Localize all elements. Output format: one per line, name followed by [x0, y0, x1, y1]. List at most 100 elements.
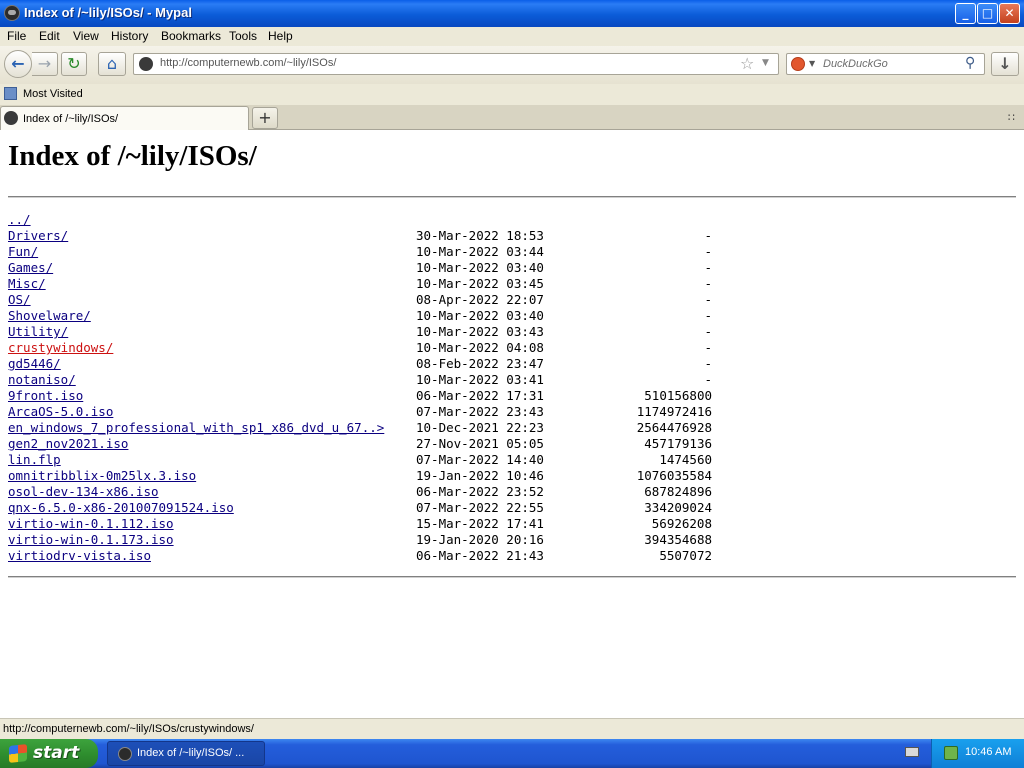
modified-date: 27-Nov-2021 05:05 [416, 436, 544, 451]
keyboard-layout-icon[interactable] [905, 747, 919, 757]
modified-date: 06-Mar-2022 23:52 [416, 484, 544, 499]
file-link[interactable]: en_windows_7_professional_with_sp1_x86_d… [8, 420, 384, 435]
taskbar-app-icon [118, 747, 132, 761]
tab-strip: Index of /~lily/ISOs/ + ∷ [0, 105, 1024, 130]
modified-date: 07-Mar-2022 22:55 [416, 500, 544, 515]
file-link[interactable]: gd5446/ [8, 356, 61, 371]
file-link[interactable]: virtio-win-0.1.112.iso [8, 516, 174, 531]
search-input[interactable]: DuckDuckGo [823, 58, 888, 70]
file-size: - [704, 276, 712, 291]
listing-row: Misc/10-Mar-2022 03:45 - [8, 276, 1016, 292]
navigation-toolbar: ← → ↻ ⌂ http://computernewb.com/~lily/IS… [0, 46, 1024, 84]
menu-view[interactable]: View [73, 29, 99, 43]
modified-date: 10-Dec-2021 22:23 [416, 420, 544, 435]
file-link[interactable]: ../ [8, 212, 31, 227]
file-link[interactable]: omnitribblix-0m25lx.3.iso [8, 468, 196, 483]
most-visited-bookmark[interactable]: Most Visited [23, 88, 83, 100]
modified-date: 10-Mar-2022 04:08 [416, 340, 544, 355]
file-link[interactable]: osol-dev-134-x86.iso [8, 484, 159, 499]
file-link[interactable]: OS/ [8, 292, 31, 307]
new-tab-button[interactable]: + [252, 107, 278, 129]
maximize-button[interactable]: □ [977, 3, 998, 24]
tab-title[interactable]: Index of /~lily/ISOs/ [23, 113, 118, 125]
file-link[interactable]: notaniso/ [8, 372, 76, 387]
modified-date: 19-Jan-2020 20:16 [416, 532, 544, 547]
file-link[interactable]: Shovelware/ [8, 308, 91, 323]
menu-history[interactable]: History [111, 29, 148, 43]
file-link[interactable]: lin.flp [8, 452, 61, 467]
listing-row: Fun/10-Mar-2022 03:44 - [8, 244, 1016, 260]
search-engine-dropdown-icon[interactable]: ▼ [809, 59, 815, 68]
file-link[interactable]: Utility/ [8, 324, 68, 339]
file-size: - [704, 228, 712, 243]
file-size: 2564476928 [636, 420, 712, 435]
minimize-button[interactable]: _ [955, 3, 976, 24]
file-size: 394354688 [644, 532, 712, 547]
file-link[interactable]: Drivers/ [8, 228, 68, 243]
tab-favicon-icon [4, 111, 18, 125]
listing-row: gd5446/08-Feb-2022 23:47 - [8, 356, 1016, 372]
bookmarks-toolbar: Most Visited [0, 84, 1024, 105]
taskbar-window-button[interactable]: Index of /~lily/ISOs/ ... [107, 741, 265, 766]
menu-tools[interactable]: Tools [229, 29, 257, 43]
back-button[interactable]: ← [4, 50, 32, 78]
file-size: - [704, 308, 712, 323]
file-link[interactable]: Fun/ [8, 244, 38, 259]
listing-row: OS/08-Apr-2022 22:07 - [8, 292, 1016, 308]
bookmark-star-icon[interactable]: ☆ [740, 54, 754, 73]
file-link[interactable]: 9front.iso [8, 388, 83, 403]
taskbar: start Index of /~lily/ISOs/ ... 10:46 AM [0, 739, 1024, 768]
menu-bookmarks[interactable]: Bookmarks [161, 29, 221, 43]
start-button[interactable]: start [0, 739, 98, 768]
status-text: http://computernewb.com/~lily/ISOs/crust… [3, 723, 254, 735]
clock[interactable]: 10:46 AM [965, 746, 1011, 758]
modified-date: 10-Mar-2022 03:44 [416, 244, 544, 259]
file-size: 1174972416 [636, 404, 712, 419]
file-size: 687824896 [644, 484, 712, 499]
modified-date: 06-Mar-2022 17:31 [416, 388, 544, 403]
search-box[interactable]: ▼ DuckDuckGo ⚲ [786, 53, 985, 75]
reload-button[interactable]: ↻ [61, 52, 87, 76]
most-visited-folder-icon[interactable] [4, 87, 17, 100]
file-link[interactable]: crustywindows/ [8, 340, 113, 355]
file-size: 1474560 [659, 452, 712, 467]
menu-edit[interactable]: Edit [39, 29, 60, 43]
listing-row: qnx-6.5.0-x86-201007091524.iso 07-Mar-202… [8, 500, 1016, 516]
menu-bar: File Edit View History Bookmarks Tools H… [0, 27, 1024, 46]
file-size: - [704, 260, 712, 275]
file-link[interactable]: Misc/ [8, 276, 46, 291]
file-size: - [704, 324, 712, 339]
listing-row: crustywindows/10-Mar-2022 04:08 - [8, 340, 1016, 356]
modified-date: 19-Jan-2022 10:46 [416, 468, 544, 483]
listing-row: gen2_nov2021.iso 27-Nov-2021 05:05 4571791… [8, 436, 1016, 452]
modified-date: 15-Mar-2022 17:41 [416, 516, 544, 531]
site-identity-icon[interactable] [139, 57, 153, 71]
page-content: Index of /~lily/ISOs/ ../Drivers/30-Mar-… [0, 130, 1024, 718]
address-bar[interactable]: http://computernewb.com/~lily/ISOs/ ☆ ▼ [133, 53, 779, 75]
file-link[interactable]: qnx-6.5.0-x86-201007091524.iso [8, 500, 234, 515]
search-engine-icon[interactable] [791, 57, 805, 71]
search-icon[interactable]: ⚲ [965, 55, 975, 71]
downloads-button[interactable]: ↓ [991, 52, 1019, 76]
file-size: - [704, 356, 712, 371]
page-heading: Index of /~lily/ISOs/ [8, 140, 257, 172]
listing-row: virtio-win-0.1.112.iso 15-Mar-2022 17:41 5… [8, 516, 1016, 532]
home-button[interactable]: ⌂ [98, 52, 126, 76]
file-link[interactable]: ArcaOS-5.0.iso [8, 404, 113, 419]
file-link[interactable]: virtiodrv-vista.iso [8, 548, 151, 563]
modified-date: 08-Feb-2022 23:47 [416, 356, 544, 371]
tab-list-icon[interactable]: ∷ [1008, 111, 1015, 124]
file-link[interactable]: Games/ [8, 260, 53, 275]
forward-button[interactable]: → [32, 52, 58, 76]
file-link[interactable]: gen2_nov2021.iso [8, 436, 128, 451]
menu-help[interactable]: Help [268, 29, 293, 43]
app-icon[interactable] [4, 5, 20, 21]
system-tray: 10:46 AM [931, 739, 1024, 768]
tab-active[interactable]: Index of /~lily/ISOs/ [0, 106, 249, 130]
network-tray-icon[interactable] [944, 746, 958, 760]
url-history-dropdown-icon[interactable]: ▼ [762, 58, 769, 68]
close-button[interactable]: ✕ [999, 3, 1020, 24]
file-link[interactable]: virtio-win-0.1.173.iso [8, 532, 174, 547]
menu-file[interactable]: File [7, 29, 26, 43]
url-text[interactable]: http://computernewb.com/~lily/ISOs/ [160, 57, 336, 69]
